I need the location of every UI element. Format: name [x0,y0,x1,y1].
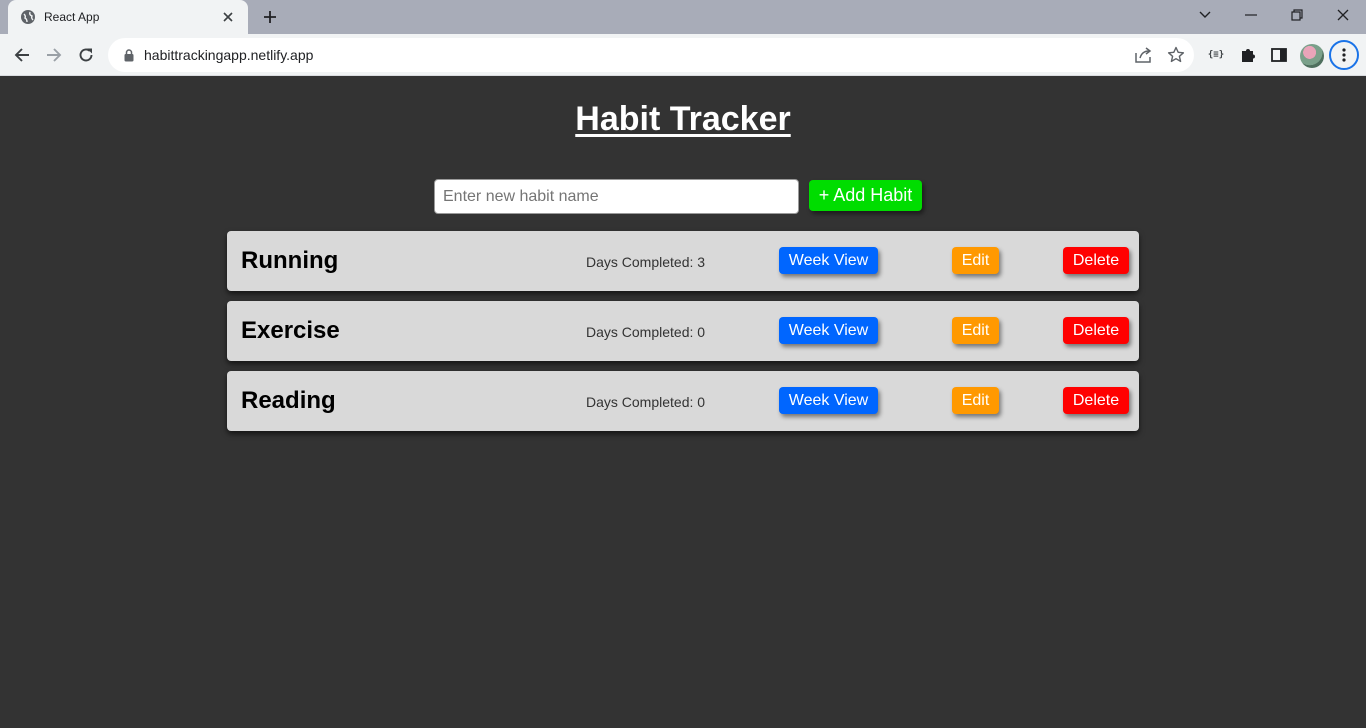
side-panel-icon[interactable] [1267,43,1291,67]
back-icon[interactable] [8,41,36,69]
habit-name: Reading [241,387,336,414]
days-completed-text: Days Completed: 0 [586,394,706,410]
tab-search-icon[interactable] [1182,0,1228,30]
globe-icon [20,9,36,25]
habit-list: Running Days Completed: 3 Week View Edit… [227,231,1139,441]
days-completed-text: Days Completed: 0 [586,324,706,340]
tab-title: React App [44,10,100,24]
week-view-button[interactable]: Week View [779,387,878,414]
habit-card: Exercise Days Completed: 0 Week View Edi… [227,301,1139,361]
delete-button[interactable]: Delete [1063,247,1129,274]
habit-name: Exercise [241,317,340,344]
extensions-puzzle-icon[interactable] [1236,43,1260,67]
json-viewer-extension-icon[interactable]: {≡} [1204,43,1228,67]
new-habit-input[interactable] [434,179,799,214]
close-window-icon[interactable] [1320,0,1366,30]
bookmark-star-icon[interactable] [1166,45,1186,65]
profile-avatar[interactable] [1300,44,1324,68]
share-icon[interactable] [1134,45,1154,65]
page-title: Habit Tracker [575,100,791,138]
minimize-icon[interactable] [1228,0,1274,30]
habit-name: Running [241,247,339,274]
url-text: habittrackingapp.netlify.app [144,47,314,63]
browser-tab-strip: React App [0,0,1366,34]
add-habit-button[interactable]: + Add Habit [809,180,922,211]
week-view-button[interactable]: Week View [779,247,878,274]
days-completed-text: Days Completed: 3 [586,254,706,270]
new-tab-icon[interactable] [258,5,282,29]
delete-button[interactable]: Delete [1063,317,1129,344]
delete-button[interactable]: Delete [1063,387,1129,414]
week-view-button[interactable]: Week View [779,317,878,344]
browser-toolbar: habittrackingapp.netlify.app {≡} [0,34,1366,76]
close-tab-icon[interactable] [220,9,236,25]
restore-icon[interactable] [1274,0,1320,30]
edit-button[interactable]: Edit [952,247,999,274]
address-bar[interactable]: habittrackingapp.netlify.app [108,38,1194,72]
forward-icon[interactable] [40,41,68,69]
habit-card: Reading Days Completed: 0 Week View Edit… [227,371,1139,431]
reload-icon[interactable] [72,41,100,69]
habit-card: Running Days Completed: 3 Week View Edit… [227,231,1139,291]
lock-icon[interactable] [122,48,136,62]
kebab-menu-icon[interactable] [1329,40,1359,70]
edit-button[interactable]: Edit [952,317,999,344]
browser-tab[interactable]: React App [8,0,248,34]
edit-button[interactable]: Edit [952,387,999,414]
